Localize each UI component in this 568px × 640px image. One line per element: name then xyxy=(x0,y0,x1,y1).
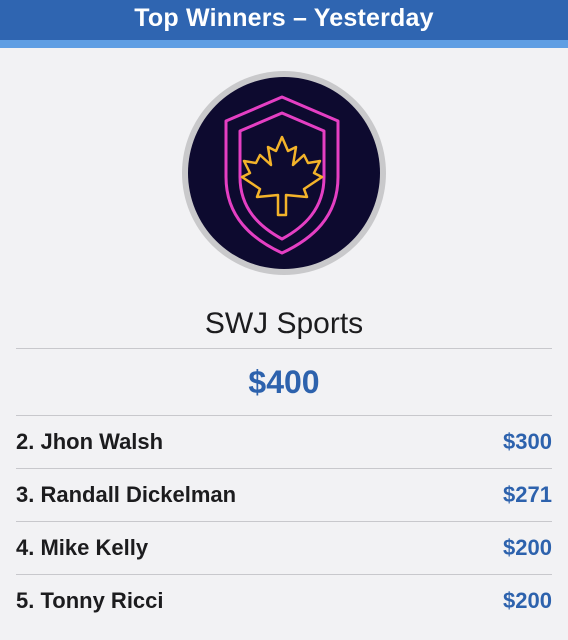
winners-content: SWJ Sports $400 2. Jhon Walsh $300 3. Ra… xyxy=(0,48,568,627)
winner-rank-amount: $271 xyxy=(503,482,552,507)
list-item: 2. Jhon Walsh $300 xyxy=(16,416,552,468)
page-title: Top Winners – Yesterday xyxy=(134,3,434,32)
list-item: 5. Tonny Ricci $200 xyxy=(16,575,552,627)
winner-amount: $400 xyxy=(248,364,320,400)
winner-rank-amount: $300 xyxy=(503,429,552,454)
list-item: 3. Randall Dickelman $271 xyxy=(16,469,552,521)
page-header: Top Winners – Yesterday xyxy=(0,0,568,48)
winner-rank-name: 5. Tonny Ricci xyxy=(16,588,164,613)
list-item: 4. Mike Kelly $200 xyxy=(16,522,552,574)
winner-rank-name: 2. Jhon Walsh xyxy=(16,429,164,454)
winner-avatar xyxy=(182,71,386,275)
winner-rank-amount: $200 xyxy=(503,535,552,560)
maple-leaf-shield-icon xyxy=(224,95,340,255)
winner-rank-amount: $200 xyxy=(503,588,552,613)
winner-logo xyxy=(188,77,380,269)
winner-rank-name: 3. Randall Dickelman xyxy=(16,482,237,507)
winner-rank-name: 4. Mike Kelly xyxy=(16,535,149,560)
winner-name: SWJ Sports xyxy=(204,307,364,340)
winner-logo-container xyxy=(0,48,568,275)
